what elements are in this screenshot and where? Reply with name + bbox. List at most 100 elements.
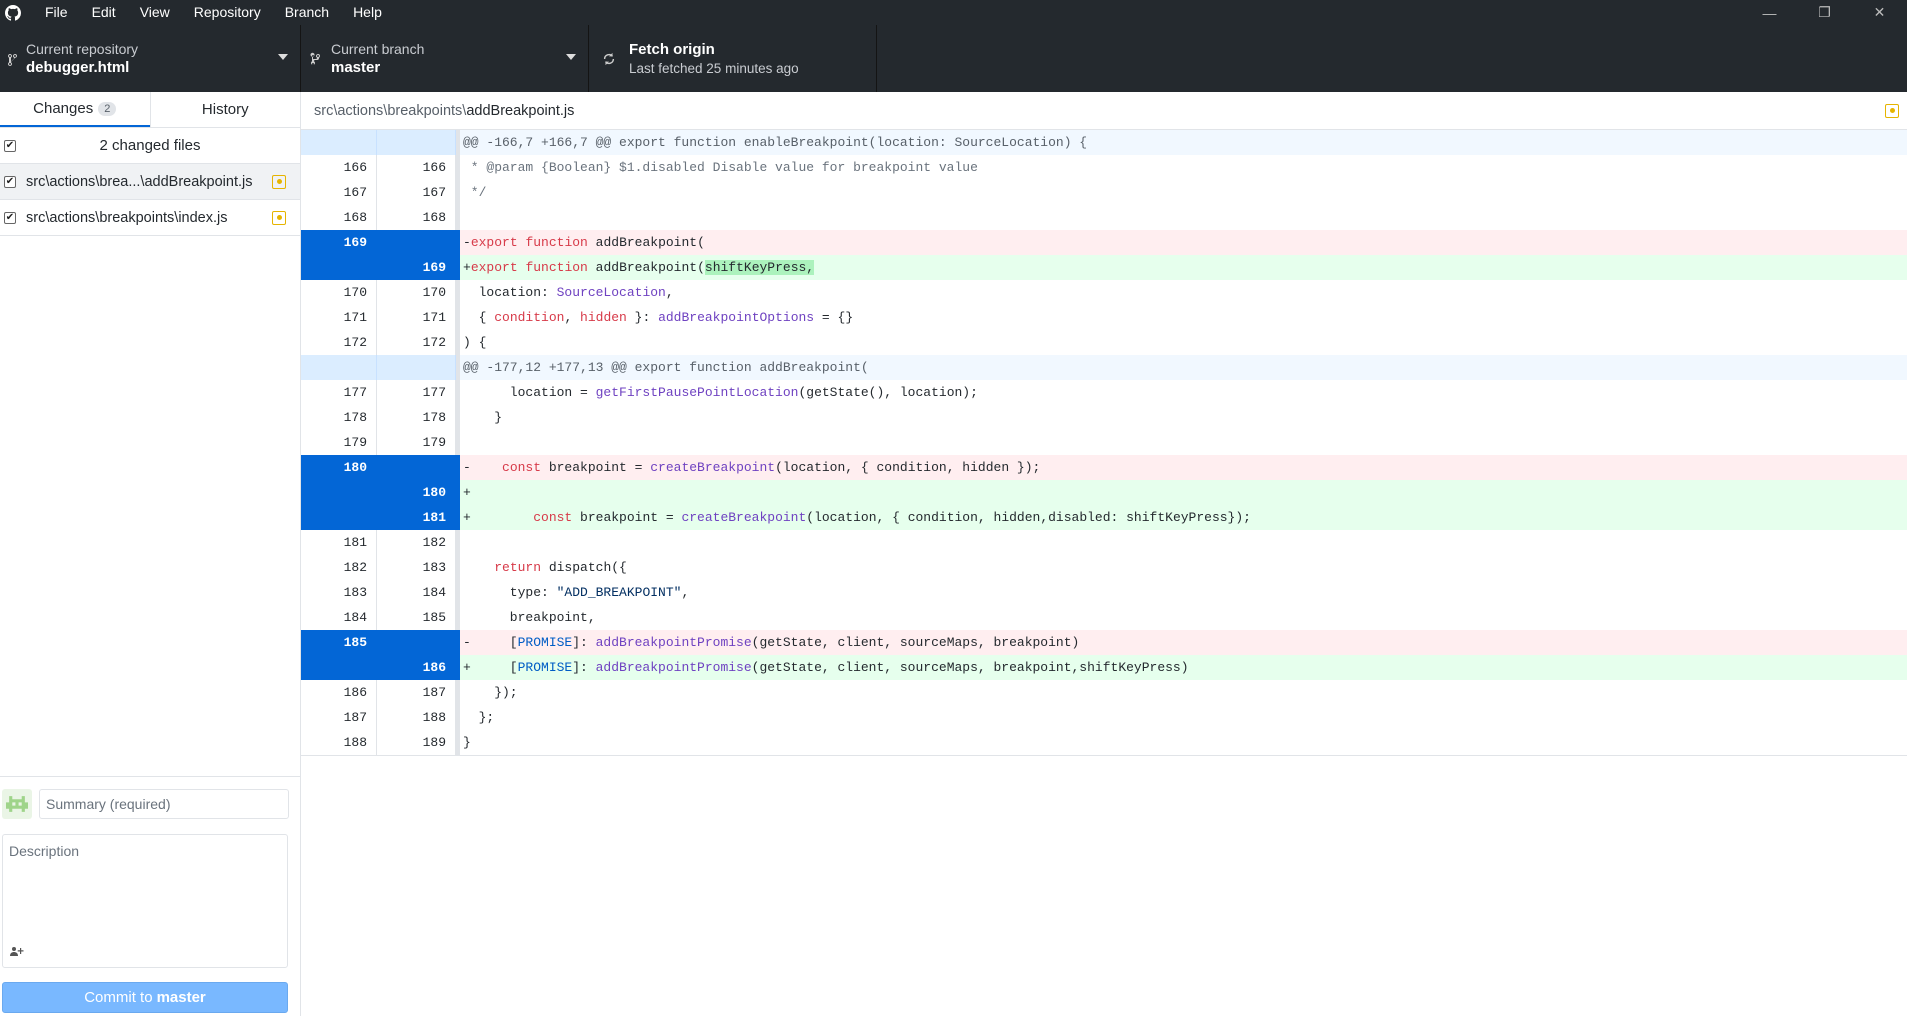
restore-button[interactable]: ❐ xyxy=(1797,0,1852,25)
old-line-number[interactable]: 180 xyxy=(301,455,377,480)
old-line-number[interactable]: 179 xyxy=(301,430,377,455)
new-line-number[interactable]: 187 xyxy=(377,680,456,705)
new-line-number[interactable]: 179 xyxy=(377,430,456,455)
old-line-number[interactable] xyxy=(301,130,377,155)
old-line-number[interactable]: 170 xyxy=(301,280,377,305)
current-repository-button[interactable]: Current repository debugger.html xyxy=(0,25,301,92)
summary-input[interactable] xyxy=(39,789,289,819)
diff-hunk-header[interactable]: @@ -166,7 +166,7 @@ export function enab… xyxy=(301,130,1907,155)
diff-line[interactable]: 166 166 * @param {Boolean} $1.disabled Di… xyxy=(301,155,1907,180)
diff-line[interactable]: 178 178 } xyxy=(301,405,1907,430)
new-line-number[interactable] xyxy=(377,455,456,480)
diff-line[interactable]: 167 167 */ xyxy=(301,180,1907,205)
old-line-number[interactable]: 184 xyxy=(301,605,377,630)
menu-file[interactable]: File xyxy=(25,0,80,25)
diff-line-added[interactable]: 169 +export function addBreakpoint(shiftK… xyxy=(301,255,1907,280)
new-line-number[interactable]: 182 xyxy=(377,530,456,555)
diff-hunk-header[interactable]: @@ -177,12 +177,13 @@ export function ad… xyxy=(301,355,1907,380)
old-line-number[interactable]: 166 xyxy=(301,155,377,180)
new-line-number[interactable]: 170 xyxy=(377,280,456,305)
old-line-number[interactable]: 183 xyxy=(301,580,377,605)
diff-line[interactable]: 172 172) { xyxy=(301,330,1907,355)
diff-line-deleted[interactable]: 180 - const breakpoint = createBreakpoint… xyxy=(301,455,1907,480)
old-line-number[interactable] xyxy=(301,355,377,380)
old-line-number[interactable]: 177 xyxy=(301,380,377,405)
file-checkbox[interactable]: ✔ xyxy=(4,211,16,224)
diff-line[interactable]: 183 184 type: "ADD_BREAKPOINT", xyxy=(301,580,1907,605)
diff-line[interactable]: 168 168 xyxy=(301,205,1907,230)
tab-history-label: History xyxy=(201,101,249,118)
old-line-number[interactable]: 188 xyxy=(301,730,377,755)
diff-line-added[interactable]: 181 + const breakpoint = createBreakpoint… xyxy=(301,505,1907,530)
new-line-number[interactable]: 167 xyxy=(377,180,456,205)
diff-line[interactable]: 188 189} xyxy=(301,730,1907,755)
old-line-number[interactable]: 186 xyxy=(301,680,377,705)
tab-changes[interactable]: Changes 2 xyxy=(0,92,150,127)
old-line-number[interactable]: 182 xyxy=(301,555,377,580)
menu-edit[interactable]: Edit xyxy=(80,0,128,25)
changes-count-badge: 2 xyxy=(98,101,117,116)
old-line-number[interactable] xyxy=(301,655,377,680)
tab-history[interactable]: History xyxy=(149,92,301,127)
old-line-number[interactable] xyxy=(301,255,377,280)
changed-file-item[interactable]: ✔ src\actions\breakpoints\index.js xyxy=(0,200,300,236)
diff-line-deleted[interactable]: 185 - [PROMISE]: addBreakpointPromise(get… xyxy=(301,630,1907,655)
old-line-number[interactable]: 178 xyxy=(301,405,377,430)
new-line-number[interactable]: 177 xyxy=(377,380,456,405)
diff-line[interactable]: 182 183 return dispatch({ xyxy=(301,555,1907,580)
old-line-number[interactable] xyxy=(301,505,377,530)
new-line-number[interactable]: 189 xyxy=(377,730,456,755)
new-line-number[interactable]: 168 xyxy=(377,205,456,230)
fetch-origin-button[interactable]: Fetch origin Last fetched 25 minutes ago xyxy=(589,25,877,92)
old-line-number[interactable]: 168 xyxy=(301,205,377,230)
diff-line[interactable]: 177 177 location = getFirstPausePointLoca… xyxy=(301,380,1907,405)
new-line-number[interactable] xyxy=(377,355,456,380)
diff-line[interactable]: 179 179 xyxy=(301,430,1907,455)
add-coauthor-icon[interactable] xyxy=(10,945,24,959)
minimize-button[interactable]: — xyxy=(1742,0,1797,25)
diff-line[interactable]: 171 171 { condition, hidden }: addBreakpo… xyxy=(301,305,1907,330)
diff-line[interactable]: 186 187 }); xyxy=(301,680,1907,705)
new-line-number[interactable]: 184 xyxy=(377,580,456,605)
menu-repository[interactable]: Repository xyxy=(182,0,273,25)
description-input[interactable] xyxy=(3,835,287,935)
current-branch-button[interactable]: Current branch master xyxy=(301,25,589,92)
menu-help[interactable]: Help xyxy=(341,0,394,25)
new-line-number[interactable]: 172 xyxy=(377,330,456,355)
changed-file-item[interactable]: ✔ src\actions\brea...\addBreakpoint.js xyxy=(0,164,300,200)
diff-line-added[interactable]: 180 + xyxy=(301,480,1907,505)
diff-line-deleted[interactable]: 169 -export function addBreakpoint( xyxy=(301,230,1907,255)
menu-view[interactable]: View xyxy=(128,0,182,25)
select-all-checkbox[interactable]: ✔ xyxy=(4,139,16,152)
new-line-number[interactable]: 186 xyxy=(377,655,456,680)
old-line-number[interactable]: 171 xyxy=(301,305,377,330)
old-line-number[interactable] xyxy=(301,480,377,505)
old-line-number[interactable]: 169 xyxy=(301,230,377,255)
new-line-number[interactable]: 171 xyxy=(377,305,456,330)
diff-line[interactable]: 187 188 }; xyxy=(301,705,1907,730)
commit-button[interactable]: Commit to master xyxy=(2,982,288,1013)
old-line-number[interactable]: 185 xyxy=(301,630,377,655)
new-line-number[interactable]: 169 xyxy=(377,255,456,280)
diff-line[interactable]: 184 185 breakpoint, xyxy=(301,605,1907,630)
new-line-number[interactable]: 166 xyxy=(377,155,456,180)
old-line-number[interactable]: 172 xyxy=(301,330,377,355)
file-checkbox[interactable]: ✔ xyxy=(4,175,16,188)
new-line-number[interactable]: 188 xyxy=(377,705,456,730)
diff-line[interactable]: 181 182 xyxy=(301,530,1907,555)
new-line-number[interactable]: 180 xyxy=(377,480,456,505)
menu-branch[interactable]: Branch xyxy=(273,0,341,25)
new-line-number[interactable]: 183 xyxy=(377,555,456,580)
diff-line[interactable]: 170 170 location: SourceLocation, xyxy=(301,280,1907,305)
new-line-number[interactable] xyxy=(377,130,456,155)
old-line-number[interactable]: 167 xyxy=(301,180,377,205)
new-line-number[interactable]: 181 xyxy=(377,505,456,530)
new-line-number[interactable]: 178 xyxy=(377,405,456,430)
old-line-number[interactable]: 187 xyxy=(301,705,377,730)
new-line-number[interactable] xyxy=(377,230,456,255)
old-line-number[interactable]: 181 xyxy=(301,530,377,555)
new-line-number[interactable] xyxy=(377,630,456,655)
diff-line-added[interactable]: 186 + [PROMISE]: addBreakpointPromise(get… xyxy=(301,655,1907,680)
new-line-number[interactable]: 185 xyxy=(377,605,456,630)
close-button[interactable]: ✕ xyxy=(1852,0,1907,25)
